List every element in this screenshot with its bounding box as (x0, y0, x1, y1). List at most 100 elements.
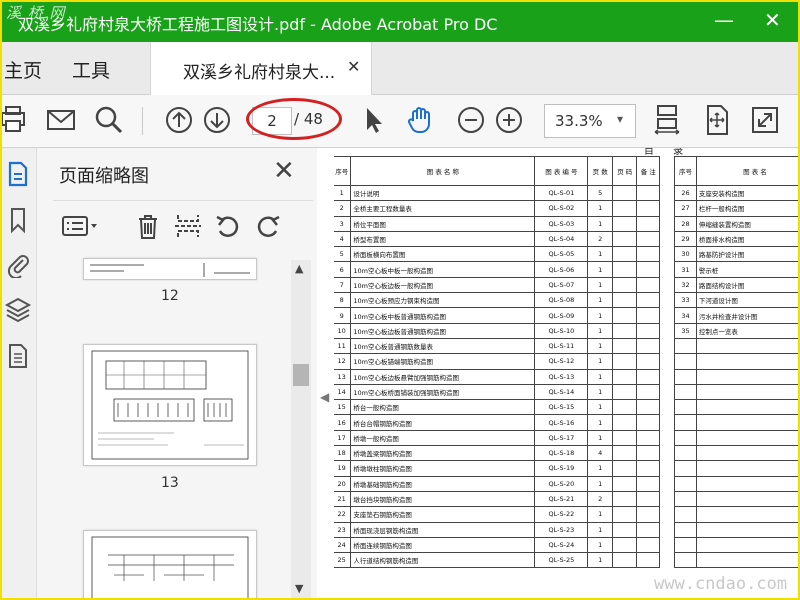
table-cell: 1 (587, 460, 613, 477)
table-cell (636, 521, 660, 538)
table-cell: QL-S-17 (534, 429, 589, 447)
table-cell: QL-S-13 (534, 368, 589, 385)
document-view[interactable]: 目 录 序号图 表 名 称图 表 编 号页 数页 码备 注 1 设计说明 QL-S-0… (334, 148, 798, 598)
table-cell (636, 399, 660, 416)
table-cell (611, 399, 638, 416)
hand-tool-icon[interactable] (404, 103, 438, 137)
table-row (674, 383, 798, 401)
full-screen-icon[interactable] (748, 103, 782, 137)
table-row: 29 桥面排水构造图 (674, 230, 798, 248)
table-cell (636, 460, 660, 477)
table-cell: 桥型布置图 (350, 230, 536, 248)
extract-page-icon[interactable] (173, 211, 203, 241)
table-row: 20 桥墩基础钢筋构造图 QL-S-20 1 (334, 475, 660, 492)
layers-icon[interactable] (4, 296, 32, 324)
table-cell (674, 337, 697, 355)
table-row: 24 桥面连续钢筋构造图 QL-S-24 1 (334, 536, 660, 554)
table-cell: 1 (587, 383, 613, 401)
table-row: 23 桥面现浇层钢筋构造图 QL-S-23 1 (334, 521, 660, 538)
rotate-left-icon[interactable] (213, 211, 243, 241)
page-thumbnails-icon[interactable] (4, 160, 32, 188)
table-cell: QL-S-23 (534, 521, 589, 538)
page-thumbnail[interactable] (83, 258, 257, 280)
table-cell: 22 (334, 506, 352, 523)
table-cell: 桥墩墩柱钢筋构造图 (350, 460, 536, 477)
collapse-panel-icon[interactable]: ◀ (320, 390, 329, 404)
email-icon[interactable] (44, 103, 78, 137)
table-cell (695, 460, 798, 477)
zoom-level-select[interactable]: 33.3% ▾ (544, 104, 636, 138)
column-header: 序号 (334, 156, 352, 186)
table-cell (636, 353, 660, 370)
next-page-icon[interactable] (200, 103, 234, 137)
table-cell: 桥台台帽钢筋构造图 (350, 414, 536, 431)
table-cell: 13 (334, 368, 352, 385)
table-cell: 10m空心板锚端钢筋构造图 (350, 353, 536, 370)
thumbnail-scrollbar[interactable]: ▲ ▼ (291, 260, 311, 598)
title-bar: 溪 桥 网 双溪乡礼府村泉大桥工程施工图设计.pdf - Adobe Acrob… (2, 2, 798, 42)
scroll-mode-icon[interactable] (650, 103, 684, 137)
close-panel-button[interactable]: ✕ (273, 156, 295, 186)
attachments-icon[interactable] (4, 250, 32, 280)
table-cell: QL-S-19 (534, 460, 589, 477)
table-cell (636, 414, 660, 431)
table-cell: 10m空心板普通钢筋数量表 (350, 337, 536, 355)
print-icon[interactable] (2, 103, 30, 137)
table-cell: 7 (334, 276, 352, 294)
column-header: 图 表 编 号 (534, 156, 589, 186)
pdf-page: 目 录 序号图 表 名 称图 表 编 号页 数页 码备 注 1 设计说明 QL-S-0… (334, 148, 798, 598)
scroll-up-icon[interactable]: ▲ (295, 262, 303, 275)
fit-page-icon[interactable] (700, 103, 734, 137)
table-cell: 35 (674, 322, 697, 339)
document-properties-icon[interactable] (4, 342, 32, 370)
previous-page-icon[interactable] (162, 103, 196, 137)
table-cell: 1 (587, 215, 613, 232)
close-tab-button[interactable]: ✕ (347, 57, 360, 76)
table-cell (695, 445, 798, 462)
table-cell: QL-S-07 (534, 276, 589, 294)
table-cell: 24 (334, 536, 352, 554)
table-cell (674, 414, 697, 431)
table-cell: 20 (334, 475, 352, 492)
search-icon[interactable] (92, 103, 126, 137)
table-row: 19 桥墩墩柱钢筋构造图 QL-S-19 1 (334, 460, 660, 477)
table-cell (611, 261, 638, 278)
rotate-right-icon[interactable] (253, 211, 283, 241)
table-cell (636, 307, 660, 324)
table-cell (611, 276, 638, 294)
zoom-in-icon[interactable] (492, 103, 526, 137)
table-cell: 32 (674, 276, 697, 294)
tab-home[interactable]: 主页 (4, 56, 42, 83)
table-cell (636, 337, 660, 355)
table-cell (611, 215, 638, 232)
minimize-button[interactable]: — (714, 8, 734, 32)
table-cell (636, 552, 660, 569)
bookmarks-icon[interactable] (4, 206, 32, 234)
page-thumbnail[interactable] (83, 530, 257, 598)
page-thumbnail[interactable] (83, 344, 257, 466)
table-cell: 1 (587, 200, 613, 217)
table-row (674, 337, 798, 355)
table-cell: QL-S-15 (534, 399, 589, 416)
table-cell: 5 (334, 246, 352, 263)
delete-page-icon[interactable] (133, 211, 163, 241)
table-row: 32 路面结构设计图 (674, 276, 798, 294)
table-cell: 8 (334, 292, 352, 309)
table-cell (674, 490, 697, 508)
table-cell: 10 (334, 322, 352, 339)
tab-document[interactable]: 双溪乡礼府村泉大... ✕ (150, 42, 372, 95)
table-header-row: 序号图 表 名 称图 表 编 号页 数页 码备 注 (334, 156, 660, 186)
thumbnail-options-icon[interactable] (61, 211, 101, 241)
tab-tools[interactable]: 工具 (72, 56, 110, 83)
scroll-down-icon[interactable]: ▼ (295, 582, 303, 595)
select-cursor-icon[interactable] (356, 103, 390, 137)
table-cell (611, 200, 638, 217)
scrollbar-thumb[interactable] (293, 364, 309, 386)
table-cell: QL-S-03 (534, 215, 589, 232)
close-window-button[interactable]: ✕ (764, 8, 781, 32)
table-cell: 30 (674, 246, 697, 263)
table-cell: 桥位平面图 (350, 215, 536, 232)
table-cell: 路面结构设计图 (695, 276, 798, 294)
zoom-out-icon[interactable] (454, 103, 488, 137)
table-cell: 桥墩一般构造图 (350, 429, 536, 447)
